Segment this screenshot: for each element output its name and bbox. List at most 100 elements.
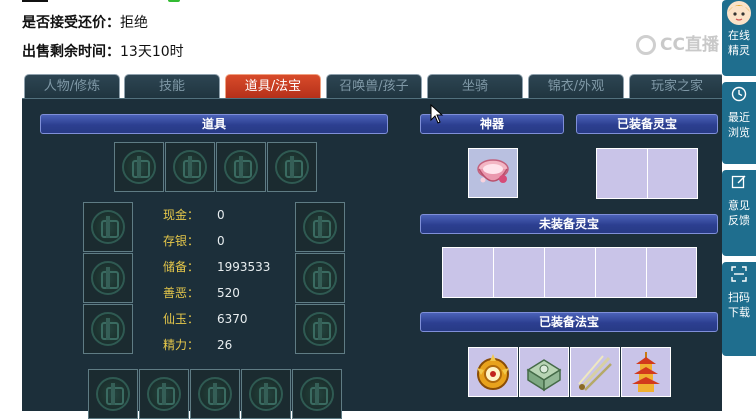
item-slot[interactable] [241,369,291,419]
tab-pets[interactable]: 召唤兽/孩子 [326,74,422,98]
stat-label: 善恶： [163,286,200,300]
empty-slot-emblem-icon [300,377,334,411]
cut-off-label [22,0,48,2]
stat-value: 6370 [217,312,248,326]
equipped-lingbao-title-bar: 已装备灵宝 [576,114,718,134]
jade-box-icon [526,359,562,392]
items-title-bar: 道具 [40,114,388,134]
stat-label: 精力： [163,338,200,352]
watermark-text: CC直播 [660,35,719,55]
fabao-slot[interactable] [570,347,620,397]
tab-home[interactable]: 玩家之家 [629,74,725,98]
pagoda-icon [632,352,660,392]
recent-views-button[interactable]: 最近浏览 [722,82,756,164]
empty-slot-emblem-icon [303,261,337,295]
stat-karma: 善恶： 520 [163,284,240,301]
tab-skills[interactable]: 技能 [124,74,220,98]
feedback-label: 意见反馈 [728,199,750,227]
empty-slot-emblem-icon [275,150,309,184]
feedback-button[interactable]: 意见反馈 [722,170,756,256]
empty-slot-emblem-icon [96,377,130,411]
artifact-bowl-icon [477,159,509,183]
item-slot[interactable] [88,369,138,419]
tab-mounts[interactable]: 坐骑 [427,74,523,98]
cut-off-badge [168,0,180,2]
item-slot[interactable] [114,142,164,192]
mouse-cursor-icon [430,104,444,124]
equip-slot[interactable] [83,304,133,354]
remaining-time-value: 13天10时 [120,44,184,60]
avatar-icon [727,1,751,25]
lingbao-slot[interactable] [494,248,545,297]
stat-value: 0 [217,208,225,222]
empty-slot-emblem-icon [173,150,207,184]
watermark: CC直播 [636,30,719,55]
equip-slot[interactable] [295,253,345,303]
online-assistant-button[interactable]: 在线精灵 [722,0,756,76]
lingbao-slot[interactable] [647,248,697,297]
equipped-fabao-title-bar: 已装备法宝 [420,312,718,332]
scan-download-label: 扫码下载 [728,291,750,319]
watermark-logo-icon [636,35,656,55]
empty-slot-emblem-icon [249,377,283,411]
stat-energy: 精力： 26 [163,336,232,353]
empty-slot-emblem-icon [198,377,232,411]
equip-slot[interactable] [295,202,345,252]
stat-cash: 现金： 0 [163,206,225,223]
lingbao-slot[interactable] [443,248,494,297]
empty-slot-emblem-icon [224,150,258,184]
lingbao-slot[interactable] [596,248,647,297]
equip-slot[interactable] [83,202,133,252]
accept-counter-label: 是否接受还价： [22,15,120,31]
golden-wheel-icon [477,354,509,390]
remaining-time-row: 出售剩余时间：13天10时 [22,41,184,61]
flying-swords-icon [578,355,612,391]
accept-counter-value: 拒绝 [120,15,148,31]
item-slot[interactable] [267,142,317,192]
remaining-time-label: 出售剩余时间： [22,44,120,60]
item-slot[interactable] [139,369,189,419]
stat-label: 储备： [163,260,200,274]
recent-views-label: 最近浏览 [728,111,750,139]
tab-items[interactable]: 道具/法宝 [225,74,321,98]
lingbao-slot[interactable] [648,149,698,198]
online-assistant-label: 在线精灵 [728,29,750,57]
equip-slot[interactable] [295,304,345,354]
right-sidebar: 在线精灵 最近浏览 意见反馈 扫码下载 [722,0,756,410]
stat-label: 仙玉： [163,312,200,326]
empty-slot-emblem-icon [303,312,337,346]
scan-download-button[interactable]: 扫码下载 [722,262,756,356]
fabao-slot[interactable] [519,347,569,397]
unequipped-lingbao-slots [442,247,697,298]
stat-label: 存银： [163,234,200,248]
empty-slot-emblem-icon [303,210,337,244]
lingbao-slot[interactable] [597,149,648,198]
fabao-slot[interactable] [621,347,671,397]
item-slot[interactable] [165,142,215,192]
scan-icon [731,266,747,282]
item-slot[interactable] [216,142,266,192]
stat-value: 26 [217,338,233,352]
tab-outfits[interactable]: 锦衣/外观 [528,74,624,98]
item-slot[interactable] [292,369,342,419]
empty-slot-emblem-icon [91,312,125,346]
stat-label: 现金： [163,208,200,222]
item-slot[interactable] [190,369,240,419]
fabao-slot[interactable] [468,347,518,397]
tab-character[interactable]: 人物/修炼 [24,74,120,98]
stat-reserve: 储备： 1993533 [163,258,270,275]
clock-icon [731,86,747,102]
empty-slot-emblem-icon [122,150,156,184]
items-panel: 道具 现金： 0 存银： 0 储备： 1993533 善恶： 520 仙玉： 6370 精… [22,98,722,419]
empty-slot-emblem-icon [91,210,125,244]
stat-value: 0 [217,234,225,248]
accept-counter-row: 是否接受还价：拒绝 [22,12,148,32]
stat-value: 520 [217,286,240,300]
stat-jade: 仙玉： 6370 [163,310,248,327]
stat-deposit: 存银： 0 [163,232,225,249]
empty-slot-emblem-icon [147,377,181,411]
artifact-slot[interactable] [468,148,518,198]
equip-slot[interactable] [83,253,133,303]
lingbao-slot[interactable] [545,248,596,297]
stat-value: 1993533 [217,260,271,274]
